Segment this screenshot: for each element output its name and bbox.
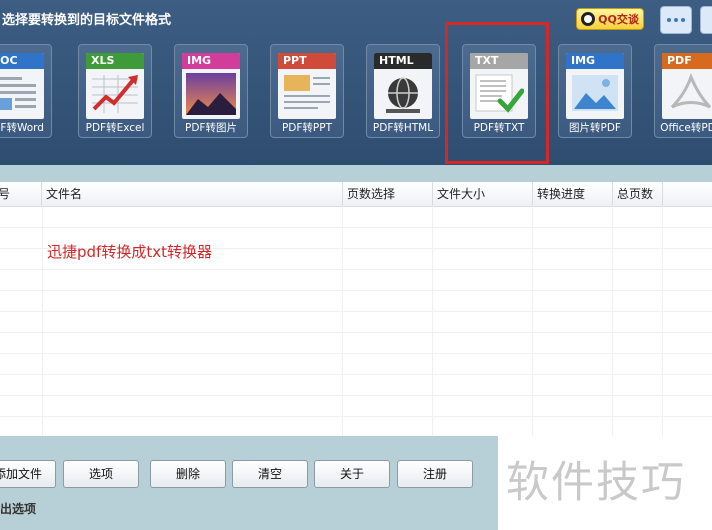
format-label: PDF转PPT — [281, 122, 333, 134]
delete-button[interactable]: 删除 — [150, 460, 226, 488]
format-label: 图片转PDF — [569, 122, 621, 134]
html-globe-icon: HTML — [374, 53, 432, 119]
format-image-to-pdf-button[interactable]: IMG 图片转PDF — [558, 44, 632, 138]
qq-chat-button[interactable]: QQ交谈 — [576, 8, 644, 30]
format-label: PDF转Excel — [85, 122, 145, 134]
selection-highlight — [445, 22, 549, 164]
separator-bar — [0, 165, 712, 182]
format-pdf-to-image-button[interactable]: IMG PDF转图片 — [174, 44, 248, 138]
format-tag: PDF — [662, 53, 712, 69]
about-button[interactable]: 关于 — [314, 460, 390, 488]
image-icon: IMG — [182, 53, 240, 119]
chat-bubble-icon[interactable] — [660, 6, 692, 34]
register-button[interactable]: 注册 — [397, 460, 473, 488]
format-tag: HTML — [374, 53, 432, 69]
table-header: 号 文件名 页数选择 文件大小 转换进度 总页数 — [0, 182, 712, 207]
doc-icon: DOC — [0, 53, 44, 119]
ppt-icon: PPT — [278, 53, 336, 119]
col-header-filename[interactable]: 文件名 — [42, 182, 343, 206]
format-tag: PPT — [278, 53, 336, 69]
table-row-filename[interactable]: 迅捷pdf转换成txt转换器 — [47, 241, 212, 262]
pdf-acrobat-icon: PDF — [662, 53, 712, 119]
add-file-button[interactable]: 添加文件 — [0, 460, 56, 488]
xls-chart-icon: XLS — [86, 53, 144, 119]
file-table[interactable]: 号 文件名 页数选择 文件大小 转换进度 总页数 迅捷pdf转换成txt转换器 — [0, 182, 712, 436]
qq-logo-icon — [581, 12, 596, 26]
format-label: PDF转图片 — [185, 122, 237, 134]
col-header-file-size[interactable]: 文件大小 — [433, 182, 533, 206]
output-options-label: 出选项 — [0, 502, 37, 516]
format-pdf-to-word-button[interactable]: DOC PDF转Word — [0, 44, 52, 138]
col-header-total-pages[interactable]: 总页数 — [613, 182, 663, 206]
format-pdf-to-excel-button[interactable]: XLS PDF转Excel — [78, 44, 152, 138]
qq-chat-label: QQ交谈 — [598, 13, 639, 26]
format-toolbar: 选择要转换到的目标文件格式 QQ交谈 DOC PDF转Word XLS — [0, 0, 712, 165]
more-icon[interactable] — [700, 6, 712, 34]
format-tag: DOC — [0, 53, 44, 69]
clear-button[interactable]: 清空 — [232, 460, 308, 488]
format-label: PDF转Word — [0, 122, 44, 134]
toolbar-title: 选择要转换到的目标文件格式 — [2, 13, 172, 28]
format-tag: IMG — [182, 53, 240, 69]
format-label: PDF转HTML — [372, 122, 434, 134]
col-header-page-select[interactable]: 页数选择 — [343, 182, 433, 206]
options-button[interactable]: 选项 — [63, 460, 139, 488]
format-tag: IMG — [566, 53, 624, 69]
format-label: Office转PDF — [660, 122, 712, 134]
watermark-text: 软件技巧 — [506, 458, 686, 508]
col-header-progress[interactable]: 转换进度 — [533, 182, 613, 206]
image-to-pdf-icon: IMG — [566, 53, 624, 119]
format-pdf-to-html-button[interactable]: HTML PDF转HTML — [366, 44, 440, 138]
action-panel: 添加文件 选项 删除 清空 关于 注册 出选项 — [0, 436, 498, 530]
format-office-to-pdf-button[interactable]: PDF Office转PDF — [654, 44, 712, 138]
format-tag: XLS — [86, 53, 144, 69]
col-header-index[interactable]: 号 — [0, 182, 42, 206]
format-pdf-to-ppt-button[interactable]: PPT PDF转PPT — [270, 44, 344, 138]
